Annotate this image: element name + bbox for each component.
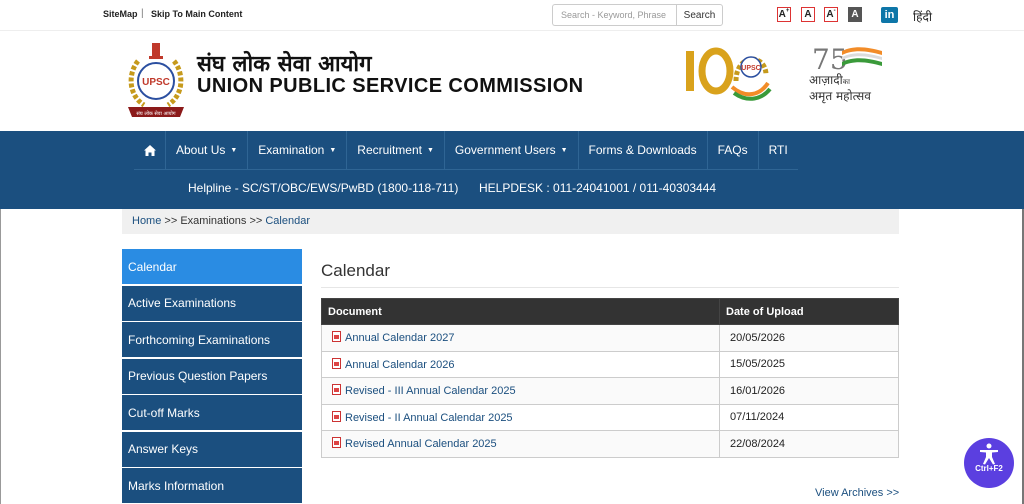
caret-down-icon: ▼: [560, 146, 568, 154]
sidebar-menu: Calendar Active Examinations Forthcoming…: [122, 249, 302, 504]
breadcrumb-examinations[interactable]: Examinations: [180, 215, 246, 227]
sidebar-item-forthcoming-examinations[interactable]: Forthcoming Examinations: [122, 322, 302, 357]
breadcrumb-home[interactable]: Home: [132, 215, 161, 227]
nav-bar: About Us ▼ Examination ▼ Recruitment ▼ Gove…: [134, 131, 798, 170]
upload-date: 16/01/2026: [719, 377, 899, 405]
accessibility-person-icon: [980, 443, 998, 465]
caret-down-icon: ▼: [329, 146, 337, 154]
font-decrease-button[interactable]: A-: [824, 7, 838, 22]
breadcrumb-separator: >>: [164, 215, 178, 227]
helpdesk-text: HELPDESK : 011-24041001 / 011-40303444: [479, 181, 717, 195]
table-row: Annual Calendar 2027 20/05/2026: [321, 324, 899, 352]
azadi-line2: अमृत महोत्सव: [809, 89, 871, 103]
upload-date: 07/11/2024: [719, 403, 899, 431]
nav-forms-downloads[interactable]: Forms & Downloads: [578, 131, 708, 170]
logo100-text: UPSC: [741, 65, 760, 72]
document-link[interactable]: Revised Annual Calendar 2025: [345, 438, 497, 450]
high-contrast-button[interactable]: A: [848, 7, 862, 22]
azadi-ka: का: [842, 78, 850, 86]
view-archives-link[interactable]: View Archives >>: [815, 487, 899, 499]
table-row: Revised - III Annual Calendar 2025 16/01…: [321, 377, 899, 405]
upload-date: 15/05/2025: [719, 350, 899, 378]
home-icon: [143, 144, 156, 156]
azadi-line1: आज़ादी: [809, 73, 843, 87]
sidebar-item-marks-information[interactable]: Marks Information: [122, 468, 302, 503]
document-link[interactable]: Revised - II Annual Calendar 2025: [345, 412, 513, 424]
helpline-text: Helpline - SC/ST/OBC/EWS/PwBD (1800-118-…: [188, 181, 459, 195]
search-button[interactable]: Search: [676, 4, 723, 26]
table-row: Revised Annual Calendar 2025 22/08/2024: [321, 430, 899, 458]
sitemap-link[interactable]: SiteMap: [103, 9, 138, 19]
table-row: Revised - II Annual Calendar 2025 07/11/…: [321, 403, 899, 431]
upsc-emblem-logo[interactable]: UPSC संघ लोक सेवा आयोग: [124, 39, 188, 121]
site-title-english: UNION PUBLIC SERVICE COMMISSION: [197, 75, 584, 97]
site-title-hindi: संघ लोक सेवा आयोग: [197, 52, 372, 77]
pdf-icon: [332, 357, 341, 369]
column-header-date: Date of Upload: [719, 298, 899, 325]
pdf-icon: [332, 384, 341, 396]
site-header: UPSC संघ लोक सेवा आयोग संघ लोक सेवा आयोग…: [0, 30, 1024, 131]
nav-recruitment[interactable]: Recruitment ▼: [347, 131, 445, 170]
azadi-ka-amrit-mahotsav-logo: 75 आज़ादीका अमृत महोत्सव: [806, 41, 892, 107]
column-header-document: Document: [321, 298, 720, 325]
pdf-icon: [332, 437, 341, 449]
nav-home-button[interactable]: [134, 131, 166, 170]
skip-to-main-link[interactable]: Skip To Main Content: [151, 9, 242, 19]
search-input[interactable]: [552, 4, 676, 26]
caret-down-icon: ▼: [426, 146, 434, 154]
document-link[interactable]: Annual Calendar 2027: [345, 332, 454, 344]
topbar-separator: |: [141, 8, 144, 19]
nav-about-us[interactable]: About Us ▼: [166, 131, 249, 170]
nav-rti[interactable]: RTI: [758, 131, 798, 170]
page-title: Calendar: [321, 261, 390, 280]
upload-date: 20/05/2026: [719, 324, 899, 352]
linkedin-icon[interactable]: in: [881, 7, 898, 23]
document-link[interactable]: Revised - III Annual Calendar 2025: [345, 385, 516, 397]
nav-government-users[interactable]: Government Users ▼: [444, 131, 579, 170]
title-divider: [321, 287, 899, 288]
main-navigation: About Us ▼ Examination ▼ Recruitment ▼ Gove…: [0, 131, 1024, 209]
font-increase-button[interactable]: A+: [777, 7, 791, 22]
sidebar-item-cutoff-marks[interactable]: Cut-off Marks: [122, 395, 302, 430]
sidebar-item-previous-question-papers[interactable]: Previous Question Papers: [122, 358, 302, 394]
accessibility-shortcut-label: Ctrl+F2: [975, 464, 1003, 473]
upsc-100-years-logo: UPSC: [686, 47, 772, 101]
sidebar-item-active-examinations[interactable]: Active Examinations: [122, 285, 302, 321]
breadcrumb-separator: >>: [249, 215, 263, 227]
font-normal-button[interactable]: A: [801, 7, 815, 22]
sidebar-item-answer-keys[interactable]: Answer Keys: [122, 431, 302, 467]
nav-faqs[interactable]: FAQs: [707, 131, 759, 170]
accessibility-button[interactable]: Ctrl+F2: [964, 438, 1014, 488]
table-header-row: Document Date of Upload: [321, 298, 899, 325]
pdf-icon: [332, 331, 341, 343]
calendar-documents-table: Document Date of Upload Annual Calendar …: [321, 298, 899, 458]
nav-examination[interactable]: Examination ▼: [248, 131, 348, 170]
caret-down-icon: ▼: [230, 146, 238, 154]
table-row: Annual Calendar 2026 15/05/2025: [321, 350, 899, 378]
emblem-ribbon-text: संघ लोक सेवा आयोग: [136, 110, 175, 117]
top-utility-bar: SiteMap | Skip To Main Content Search A+…: [0, 0, 1024, 30]
upload-date: 22/08/2024: [719, 430, 899, 458]
breadcrumb-current[interactable]: Calendar: [265, 215, 310, 227]
sidebar-item-calendar[interactable]: Calendar: [122, 249, 302, 284]
document-link[interactable]: Annual Calendar 2026: [345, 359, 454, 371]
hindi-language-link[interactable]: हिंदी: [913, 8, 932, 25]
pdf-icon: [332, 410, 341, 422]
breadcrumb: Home >> Examinations >> Calendar: [122, 209, 899, 234]
emblem-text: UPSC: [142, 77, 170, 88]
